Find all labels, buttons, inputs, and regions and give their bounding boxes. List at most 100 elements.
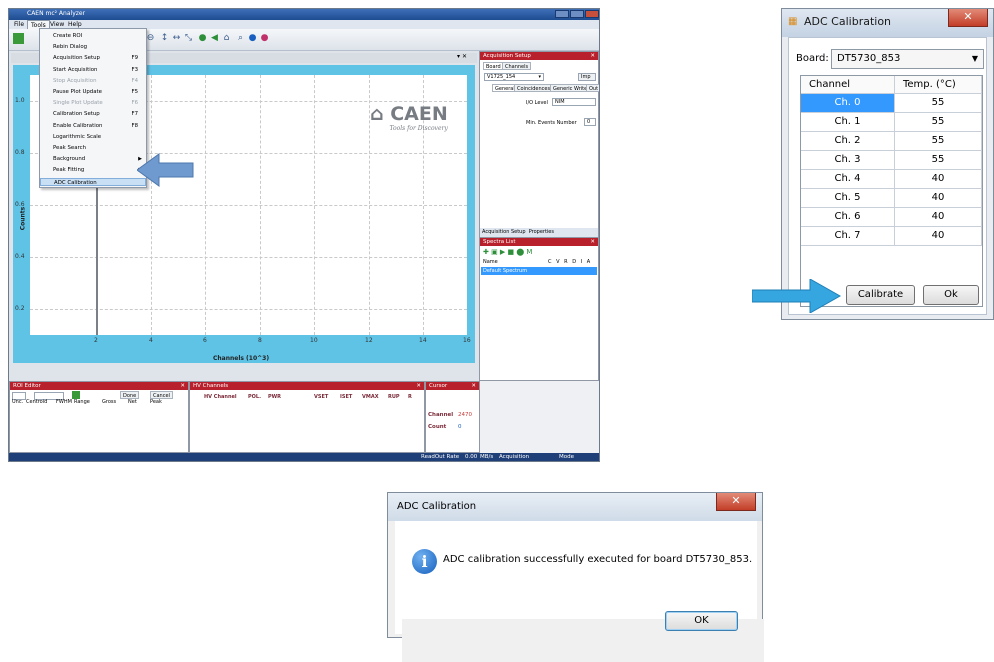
table-row[interactable]: Ch. 7 40 — [801, 227, 982, 246]
spectrum-row[interactable]: Default Spectrum — [481, 267, 597, 275]
table-row[interactable]: Ch. 4 40 — [801, 170, 982, 189]
io-level-select[interactable]: NIM — [552, 98, 596, 106]
menu-item-peak-search[interactable]: Peak Search — [40, 144, 146, 152]
channel-cell[interactable]: Ch. 4 — [801, 170, 895, 189]
subtab-coincidences[interactable]: Coincidences — [514, 84, 554, 92]
status-bar: ReadOut Rate 0.00 MB/s Acquisition Mode — [9, 453, 599, 461]
table-row[interactable]: Ch. 3 55 — [801, 151, 982, 170]
table-row[interactable]: Ch. 1 55 — [801, 113, 982, 132]
menu-item-logarithmic-scale[interactable]: Logarithmic Scale — [40, 133, 146, 141]
temperature-cell[interactable]: 40 — [895, 170, 982, 189]
col-hv-channel: HV Channel — [204, 394, 237, 400]
menu-item-peak-fitting[interactable]: Peak Fitting▶ — [40, 166, 146, 174]
menu-item-stop-acquisition[interactable]: Stop Acquisition F4 — [40, 77, 146, 85]
menu-item-adc-calibration[interactable]: ADC Calibration — [40, 177, 146, 186]
table-row[interactable]: Ch. 2 55 — [801, 132, 982, 151]
menu-item-single-plot-update[interactable]: Single Plot Update F6 — [40, 99, 146, 107]
y-tick: 0.8 — [15, 149, 25, 156]
maximize-button[interactable] — [570, 10, 584, 18]
channel-cell[interactable]: Ch. 7 — [801, 227, 895, 246]
channel-cell[interactable]: Ch. 3 — [801, 151, 895, 170]
min-events-input[interactable]: 0 — [584, 118, 596, 126]
new-icon[interactable] — [13, 33, 24, 44]
menu-item-rebin-dialog[interactable]: Rebin Dialog — [40, 43, 146, 51]
tools-menu: Create ROI Rebin Dialog Acquisition Setup F… — [39, 28, 147, 188]
table-row[interactable]: Ch. 5 40 — [801, 189, 982, 208]
cursor-count-label: Count — [428, 424, 447, 430]
col-channel[interactable]: Channel — [801, 76, 895, 94]
close-icon[interactable]: ✕ — [471, 382, 476, 390]
cursor-header: Cursor ✕ — [426, 382, 479, 390]
message-title: ADC Calibration — [397, 501, 477, 512]
cursor-channel-label: Channel — [428, 412, 454, 418]
tab-acquisition-setup[interactable]: Acquisition Setup — [482, 229, 526, 235]
cancel-button[interactable]: Cancel — [150, 391, 173, 399]
col-temperature[interactable]: Temp. (°C) — [895, 76, 982, 94]
globe-icon[interactable]: ● — [197, 33, 208, 44]
menu-item-background[interactable]: Background ▶ — [40, 155, 146, 163]
add-roi-icon[interactable] — [72, 391, 80, 399]
x-tick: 16 — [463, 337, 471, 344]
cursor-count-value: 0 — [458, 424, 462, 430]
column-name: Name — [483, 259, 498, 265]
acquisition-setup-header: Acquisition Setup ✕ — [480, 52, 598, 60]
temperature-cell[interactable]: 55 — [895, 94, 982, 113]
acquisition-setup-panel: Acquisition Setup ✕ Board Channels V1725_… — [479, 51, 599, 237]
x-tick: 2 — [94, 337, 98, 344]
menu-item-enable-calibration[interactable]: Enable Calibration F8 — [40, 122, 146, 130]
menu-file[interactable]: File — [11, 20, 27, 29]
x-tick: 12 — [365, 337, 373, 344]
temperature-cell[interactable]: 40 — [895, 227, 982, 246]
spectra-toolbar-icons[interactable]: ✚ ▣ ▶ ■ ⬤ M — [483, 248, 532, 256]
mode-label: Mode — [559, 454, 574, 460]
temperature-cell[interactable]: 40 — [895, 189, 982, 208]
minimize-button[interactable] — [555, 10, 569, 18]
board-select[interactable]: V1725_154 ▾ — [484, 73, 544, 81]
subtab-out[interactable]: Out — [586, 84, 599, 92]
channel-cell[interactable]: Ch. 6 — [801, 208, 895, 227]
auto-scale-icon[interactable]: ⤡ — [183, 33, 194, 44]
col-rup: RUP — [388, 394, 400, 400]
menu-item-start-acquisition[interactable]: Start Acquisition F3 — [40, 66, 146, 74]
ok-button[interactable]: OK — [665, 611, 738, 631]
info-icon[interactable]: ● — [247, 33, 258, 44]
close-icon[interactable]: ✕ — [590, 238, 595, 246]
search-icon[interactable]: ⌕ — [235, 33, 246, 44]
channel-cell[interactable]: Ch. 0 — [801, 94, 895, 113]
horizontal-scale-icon[interactable]: ↔ — [171, 33, 182, 44]
vertical-scale-icon[interactable]: ↕ — [159, 33, 170, 44]
channel-cell[interactable]: Ch. 2 — [801, 132, 895, 151]
menu-item-create-roi[interactable]: Create ROI — [40, 32, 146, 40]
temperature-cell[interactable]: 55 — [895, 151, 982, 170]
channel-cell[interactable]: Ch. 1 — [801, 113, 895, 132]
plot-close-icon[interactable]: ▾ ✕ — [457, 53, 467, 60]
close-icon[interactable]: ✕ — [948, 9, 988, 27]
close-icon[interactable]: ✕ — [716, 493, 756, 511]
home-icon[interactable]: ⌂ — [221, 33, 232, 44]
close-icon[interactable]: ✕ — [590, 52, 595, 60]
back-icon[interactable]: ◀ — [209, 33, 220, 44]
channel-cell[interactable]: Ch. 5 — [801, 189, 895, 208]
menu-item-pause-plot-update[interactable]: Pause Plot Update F5 — [40, 88, 146, 96]
table-row[interactable]: Ch. 6 40 — [801, 208, 982, 227]
done-button[interactable]: Done — [120, 391, 140, 399]
col-peak: Peak — [150, 399, 162, 405]
tab-channels[interactable]: Channels — [502, 62, 532, 70]
close-icon[interactable]: ✕ — [416, 382, 421, 390]
help-icon[interactable]: ● — [259, 33, 270, 44]
menu-item-calibration-setup[interactable]: Calibration Setup F7 — [40, 110, 146, 118]
col-net: Net — [128, 399, 137, 405]
window-app-icon: ▦ — [788, 16, 798, 27]
menu-item-acquisition-setup[interactable]: Acquisition Setup F9 — [40, 54, 146, 62]
board-select[interactable]: DT5730_853 ▼ — [831, 49, 984, 69]
temperature-cell[interactable]: 55 — [895, 113, 982, 132]
table-row[interactable]: Ch. 0 55 — [801, 94, 982, 113]
temperature-cell[interactable]: 55 — [895, 132, 982, 151]
close-button[interactable] — [585, 10, 599, 18]
import-button[interactable]: Imp — [578, 73, 596, 81]
temperature-cell[interactable]: 40 — [895, 208, 982, 227]
tab-board[interactable]: Board — [483, 62, 504, 70]
close-icon[interactable]: ✕ — [180, 382, 185, 390]
tab-properties[interactable]: Properties — [529, 229, 554, 235]
y-tick: 0.4 — [15, 253, 25, 260]
